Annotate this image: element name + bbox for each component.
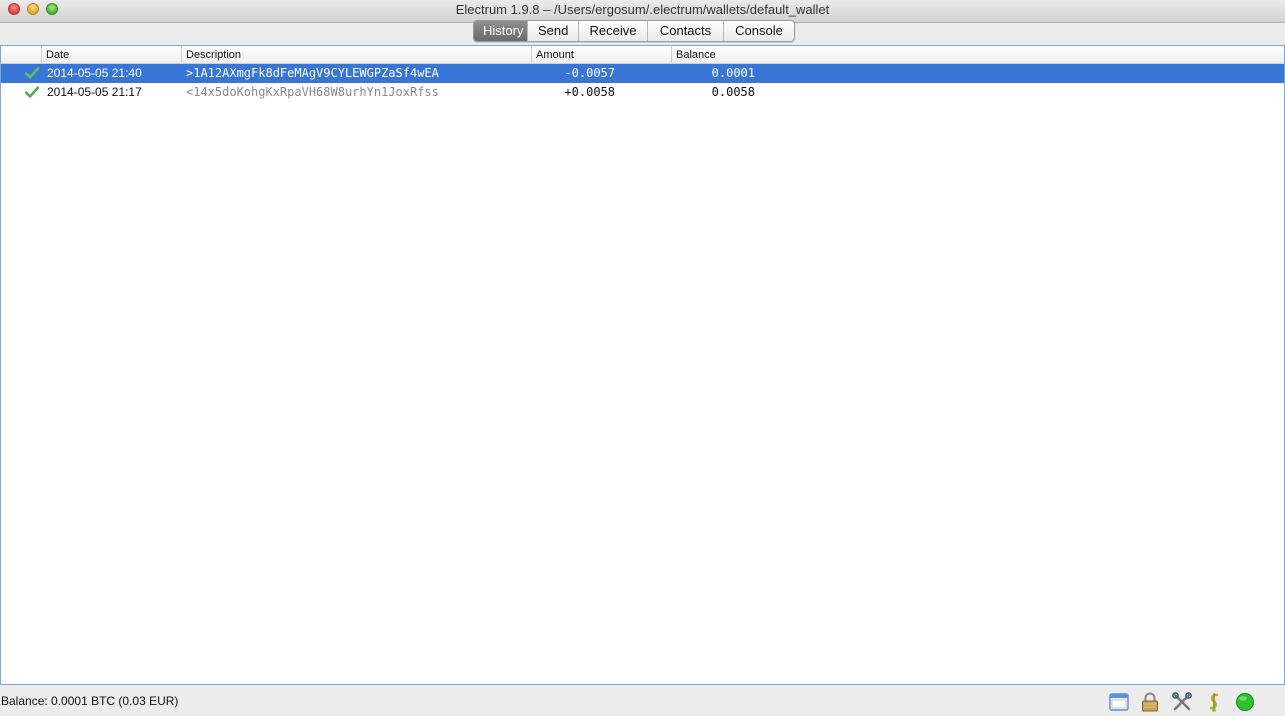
status-bar: Balance: 0.0001 BTC (0.03 EUR) <box>0 686 1285 716</box>
table-row[interactable]: 2014-05-05 21:17 <14x5doKohgKxRpaVH68W8u… <box>1 83 1284 102</box>
row-description: <14x5doKohgKxRpaVH68W8urhYn1JoxRfss <box>186 85 439 99</box>
row-amount: +0.0058 <box>564 85 615 99</box>
tab-send[interactable]: Send <box>527 21 578 41</box>
column-header-description[interactable]: Description <box>181 46 532 63</box>
tab-receive[interactable]: Receive <box>578 21 647 41</box>
balance-status: Balance: 0.0001 BTC (0.03 EUR) <box>1 694 179 708</box>
row-date: 2014-05-05 21:17 <box>47 85 142 99</box>
tab-history[interactable]: History <box>474 21 527 41</box>
seed-icon[interactable] <box>1203 691 1225 713</box>
confirmed-check-icon <box>25 64 41 83</box>
row-date: 2014-05-05 21:40 <box>47 66 142 80</box>
confirmed-check-icon <box>25 83 41 102</box>
preferences-icon[interactable] <box>1108 691 1130 713</box>
row-description: >1A12AXmgFk8dFeMAgV9CYLEWGPZaSf4wEA <box>186 66 439 80</box>
electrum-window: Electrum 1.9.8 – /Users/ergosum/.electru… <box>0 0 1285 716</box>
tab-group: History Send Receive Contacts Console <box>473 20 795 42</box>
network-status-icon[interactable] <box>1234 691 1256 713</box>
column-header-balance[interactable]: Balance <box>671 46 1284 63</box>
tab-contacts[interactable]: Contacts <box>647 21 723 41</box>
lock-icon[interactable] <box>1139 691 1161 713</box>
column-header-status[interactable] <box>1 46 42 63</box>
tab-console[interactable]: Console <box>723 21 794 41</box>
table-row[interactable]: 2014-05-05 21:40 >1A12AXmgFk8dFeMAgV9CYL… <box>1 64 1284 83</box>
window-title: Electrum 1.9.8 – /Users/ergosum/.electru… <box>455 2 830 17</box>
tools-icon[interactable] <box>1171 691 1193 713</box>
tab-bar: History Send Receive Contacts Console <box>0 20 1285 42</box>
column-header-amount[interactable]: Amount <box>531 46 672 63</box>
row-balance: 0.0058 <box>711 85 755 99</box>
history-table[interactable]: Date Description Amount Balance 2014-05-… <box>0 45 1285 685</box>
table-header: Date Description Amount Balance <box>1 46 1284 64</box>
column-header-date[interactable]: Date <box>41 46 182 63</box>
row-balance: 0.0001 <box>711 66 755 80</box>
row-amount: -0.0057 <box>564 66 615 80</box>
